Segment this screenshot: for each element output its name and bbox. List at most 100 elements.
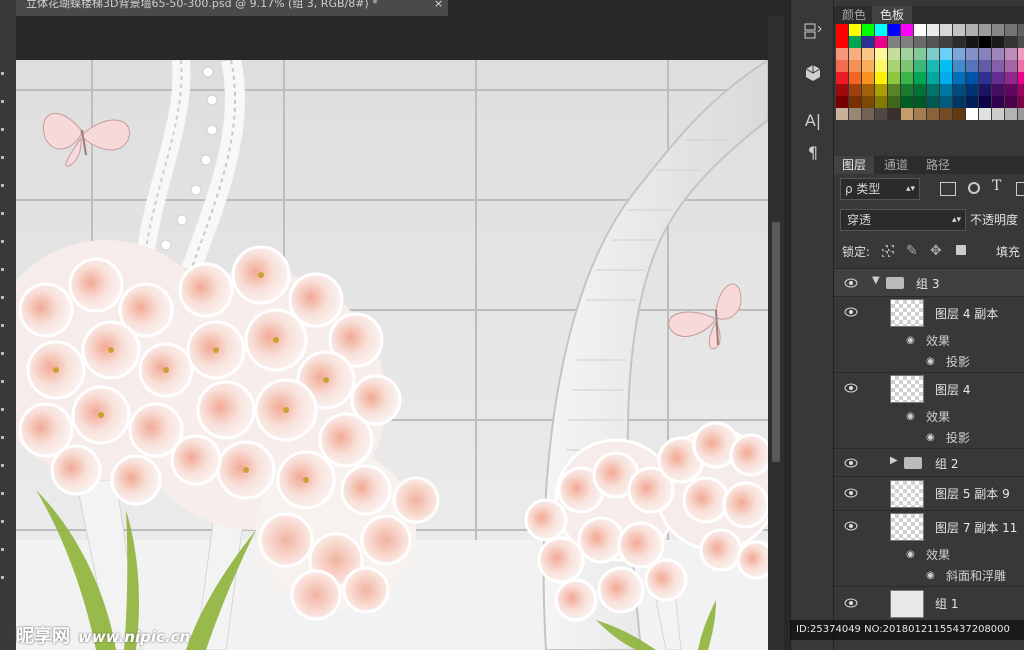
color-swatch[interactable]	[992, 96, 1004, 108]
color-swatch[interactable]	[979, 60, 991, 72]
lock-paint-icon[interactable]: ✎	[906, 243, 918, 259]
color-swatch[interactable]	[849, 108, 861, 120]
color-swatch[interactable]	[836, 48, 848, 60]
color-swatch[interactable]	[836, 72, 848, 84]
color-swatch[interactable]	[992, 36, 1004, 48]
color-swatch[interactable]	[966, 60, 978, 72]
color-swatch[interactable]	[849, 60, 861, 72]
color-swatch[interactable]	[1005, 36, 1017, 48]
color-swatch[interactable]	[862, 108, 874, 120]
color-swatch[interactable]	[914, 84, 926, 96]
color-swatch[interactable]	[888, 72, 900, 84]
effect-eye-icon[interactable]: ◉	[926, 570, 935, 581]
color-swatch[interactable]	[953, 84, 965, 96]
color-swatch[interactable]	[940, 60, 952, 72]
effect-eye-icon[interactable]: ◉	[926, 356, 935, 367]
color-swatch[interactable]	[953, 60, 965, 72]
3d-cube-icon[interactable]	[802, 62, 824, 84]
color-swatch[interactable]	[1018, 36, 1024, 48]
color-swatch[interactable]	[888, 24, 900, 36]
color-swatch[interactable]	[992, 108, 1004, 120]
color-swatch[interactable]	[849, 24, 861, 36]
color-swatch[interactable]	[901, 96, 913, 108]
color-swatch[interactable]	[940, 96, 952, 108]
expand-triangle-icon[interactable]: ▶	[890, 455, 898, 466]
color-swatch[interactable]	[862, 96, 874, 108]
color-swatch[interactable]	[927, 24, 939, 36]
color-swatch[interactable]	[914, 96, 926, 108]
canvas-scroll-thumb[interactable]	[772, 222, 780, 462]
color-swatch[interactable]	[914, 36, 926, 48]
visibility-eye-icon[interactable]	[844, 488, 858, 498]
color-swatch[interactable]	[888, 108, 900, 120]
color-swatch[interactable]	[940, 24, 952, 36]
color-swatch[interactable]	[953, 24, 965, 36]
visibility-eye-icon[interactable]	[844, 383, 858, 393]
layer-row-layer4-copy[interactable]: 图层 4 副本 ◉ 效果 ◉ 投影	[834, 296, 1024, 373]
layer-filter-select[interactable]: ρ 类型 ▴▾	[840, 178, 920, 200]
color-swatch[interactable]	[914, 108, 926, 120]
color-swatch[interactable]	[966, 24, 978, 36]
color-swatch[interactable]	[901, 36, 913, 48]
color-swatch[interactable]	[862, 84, 874, 96]
layer-row-layer7-copy11[interactable]: 图层 7 副本 11 ◉ 效果 ◉ 斜面和浮雕	[834, 510, 1024, 587]
swatch-grid[interactable]	[834, 24, 1024, 120]
color-swatch[interactable]	[966, 108, 978, 120]
effects-eye-icon[interactable]: ◉	[906, 549, 915, 560]
color-swatch[interactable]	[862, 72, 874, 84]
color-swatch[interactable]	[940, 48, 952, 60]
color-swatch[interactable]	[901, 48, 913, 60]
paragraph-icon[interactable]: ¶	[802, 142, 824, 164]
color-swatch[interactable]	[927, 72, 939, 84]
color-swatch[interactable]	[875, 96, 887, 108]
color-swatch[interactable]	[1005, 84, 1017, 96]
color-swatch[interactable]	[914, 60, 926, 72]
color-swatch[interactable]	[992, 72, 1004, 84]
color-swatch[interactable]	[979, 36, 991, 48]
color-swatch[interactable]	[875, 48, 887, 60]
color-swatch[interactable]	[979, 108, 991, 120]
color-swatch[interactable]	[927, 84, 939, 96]
filter-shape-icon[interactable]	[1016, 182, 1024, 196]
filter-adjustment-icon[interactable]	[968, 182, 980, 194]
color-swatch[interactable]	[1018, 24, 1024, 36]
color-swatch[interactable]	[940, 108, 952, 120]
history-icon[interactable]	[802, 20, 824, 42]
color-swatch[interactable]	[1005, 72, 1017, 84]
color-swatch[interactable]	[1005, 48, 1017, 60]
color-swatch[interactable]	[849, 36, 861, 48]
layer-row-group-3[interactable]: ▼ 组 3	[834, 268, 1024, 297]
effects-eye-icon[interactable]: ◉	[906, 335, 915, 346]
color-swatch[interactable]	[888, 96, 900, 108]
color-swatch[interactable]	[888, 48, 900, 60]
color-swatch[interactable]	[1005, 24, 1017, 36]
color-swatch[interactable]	[836, 108, 848, 120]
lock-transparency-icon[interactable]	[882, 245, 894, 257]
color-swatch[interactable]	[901, 108, 913, 120]
color-swatch[interactable]	[966, 72, 978, 84]
color-swatch[interactable]	[953, 108, 965, 120]
color-swatch[interactable]	[875, 36, 887, 48]
color-swatch[interactable]	[992, 24, 1004, 36]
color-swatch[interactable]	[914, 24, 926, 36]
color-swatch[interactable]	[862, 36, 874, 48]
color-swatch[interactable]	[875, 84, 887, 96]
color-swatch[interactable]	[940, 36, 952, 48]
color-swatch[interactable]	[1018, 60, 1024, 72]
color-swatch[interactable]	[849, 48, 861, 60]
tab-layers[interactable]: 图层	[834, 156, 875, 174]
color-swatch[interactable]	[940, 72, 952, 84]
color-swatch[interactable]	[888, 60, 900, 72]
color-swatch[interactable]	[927, 96, 939, 108]
color-swatch[interactable]	[992, 60, 1004, 72]
color-swatch[interactable]	[979, 96, 991, 108]
visibility-eye-icon[interactable]	[844, 307, 858, 317]
color-swatch[interactable]	[836, 96, 848, 108]
color-swatch[interactable]	[836, 84, 848, 96]
color-swatch[interactable]	[979, 24, 991, 36]
layer-row-layer4[interactable]: 图层 4 ◉ 效果 ◉ 投影	[834, 372, 1024, 449]
color-swatch[interactable]	[1005, 96, 1017, 108]
color-swatch[interactable]	[953, 48, 965, 60]
color-swatch[interactable]	[862, 24, 874, 36]
color-swatch[interactable]	[901, 60, 913, 72]
